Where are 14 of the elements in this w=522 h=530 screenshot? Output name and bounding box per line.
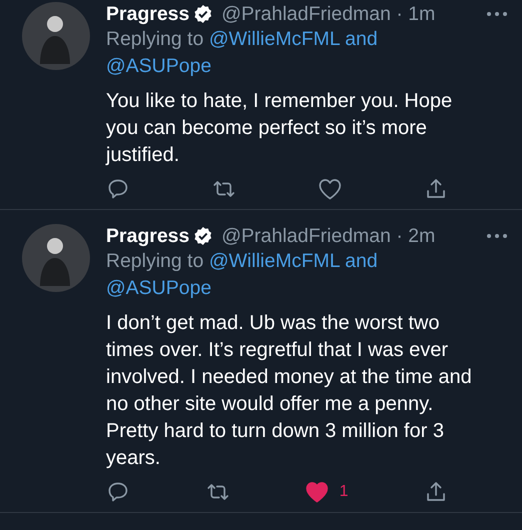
tweet-text: You like to hate, I remember you. Hope you can become perfect so it’s more justified.	[106, 89, 454, 168]
tweet-text: I don’t get mad. Ub was the worst two times over. It’s regretful that I was ever involved. I needed money at the time and no other site would offer me a penny. Pretty hard to turn down 3 million for 3 years.	[106, 311, 473, 471]
reply-context: Replying to @WillieMcFML and @ASUPope	[106, 27, 379, 79]
display-name[interactable]: Pragress	[106, 224, 190, 248]
mention-link[interactable]: @WillieMcFML and	[208, 28, 378, 50]
like-count: 1	[339, 482, 348, 502]
reply-context: Replying to @WillieMcFML and @ASUPope	[106, 249, 379, 301]
mention-link[interactable]: @WillieMcFML and	[208, 250, 378, 272]
display-name[interactable]: Pragress	[106, 2, 190, 26]
mention-link[interactable]: @ASUPope	[106, 277, 212, 299]
mention-link[interactable]: @ASUPope	[106, 55, 212, 77]
like-button[interactable]: 1	[305, 480, 348, 504]
handle-and-time: @PrahladFriedman · 2m	[221, 224, 436, 248]
handle-and-time: @PrahladFriedman · 1m	[221, 2, 436, 26]
